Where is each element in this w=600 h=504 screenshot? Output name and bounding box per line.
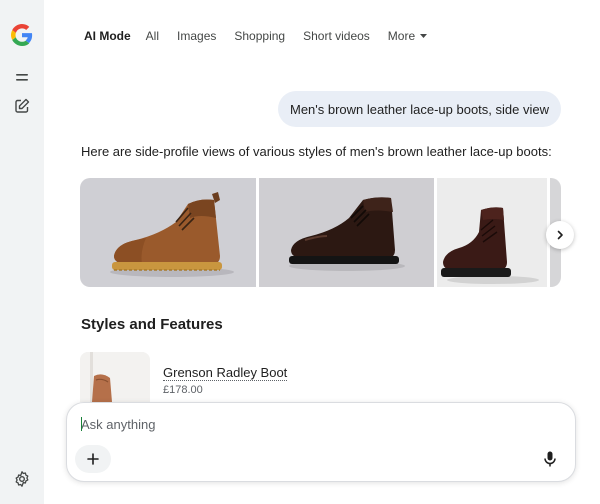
google-logo[interactable] [11, 24, 33, 46]
text-cursor [81, 417, 82, 431]
gallery-image-dark-brown-boot[interactable] [259, 178, 434, 287]
user-query-bubble: Men's brown leather lace-up boots, side … [277, 91, 561, 127]
tab-images[interactable]: Images [177, 29, 216, 43]
sidebar [0, 0, 44, 504]
settings-icon[interactable] [13, 470, 31, 488]
ask-composer [66, 402, 576, 482]
voice-search-button[interactable] [539, 448, 561, 470]
chevron-right-icon [557, 230, 563, 240]
tab-short-videos[interactable]: Short videos [303, 29, 370, 43]
answer-intro-text: Here are side-profile views of various s… [81, 144, 552, 159]
gallery-image-brown-cap-toe-boot[interactable] [80, 178, 256, 287]
product-thumbnail[interactable] [80, 352, 150, 402]
tab-all[interactable]: All [146, 29, 159, 43]
tab-ai-mode[interactable]: AI Mode [84, 29, 131, 43]
ask-input[interactable] [81, 415, 501, 433]
tab-shopping[interactable]: Shopping [234, 29, 285, 43]
menu-icon[interactable] [13, 69, 31, 87]
boot-illustration-3 [441, 207, 539, 284]
plus-icon [87, 453, 99, 465]
tab-more-label: More [387, 29, 416, 43]
caret-down-icon [420, 34, 428, 38]
gallery-image-dark-oxblood-boot[interactable] [437, 178, 547, 287]
section-heading: Styles and Features [81, 316, 223, 333]
boot-illustration-2 [289, 197, 405, 271]
mic-icon [544, 451, 556, 467]
product-price: £178.00 [163, 384, 203, 396]
product-boot-image [80, 352, 150, 402]
boot-illustration-1 [110, 192, 234, 277]
gallery-next-button[interactable] [546, 221, 574, 249]
add-attachment-button[interactable] [75, 445, 111, 473]
search-tabs: AI Mode All Images Shopping Short videos… [84, 28, 445, 44]
new-chat-icon[interactable] [13, 97, 31, 115]
image-gallery [80, 178, 561, 287]
tab-more[interactable]: More [387, 29, 428, 43]
product-name-link[interactable]: Grenson Radley Boot [163, 365, 288, 381]
